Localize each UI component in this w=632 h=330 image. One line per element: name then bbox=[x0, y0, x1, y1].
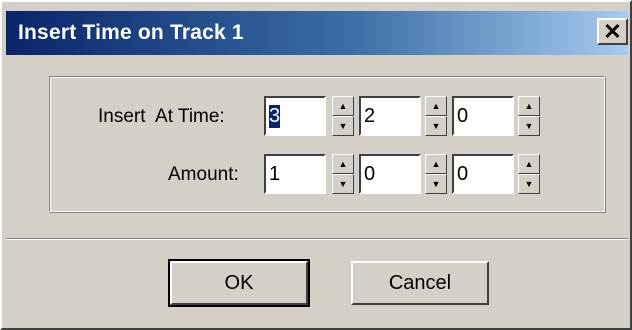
dialog-title: Insert Time on Track 1 bbox=[18, 21, 244, 44]
spin-up-icon[interactable]: ▲ bbox=[425, 96, 447, 116]
insert-at-time-value-2: 2 bbox=[364, 104, 376, 127]
insert-at-time-value-1: 3 bbox=[269, 104, 281, 128]
amount-value-2: 0 bbox=[364, 162, 376, 185]
amount-field-2[interactable]: 0 bbox=[359, 154, 421, 194]
button-separator bbox=[6, 238, 628, 240]
close-icon: ✕ bbox=[603, 18, 622, 44]
amount-label: Amount: bbox=[168, 164, 239, 185]
insert-at-time-field-1[interactable]: 3 bbox=[264, 96, 326, 136]
spin-up-icon[interactable]: ▲ bbox=[518, 154, 540, 174]
spin-up-icon[interactable]: ▲ bbox=[425, 154, 447, 174]
close-button[interactable]: ✕ bbox=[597, 18, 628, 45]
title-bar[interactable]: Insert Time on Track 1 ✕ bbox=[6, 11, 628, 55]
spin-down-icon[interactable]: ▼ bbox=[332, 174, 354, 194]
spin-down-icon[interactable]: ▼ bbox=[518, 174, 540, 194]
spin-down-icon[interactable]: ▼ bbox=[332, 116, 354, 136]
cancel-button[interactable]: Cancel bbox=[351, 261, 489, 305]
amount-spinner-3[interactable]: ▲ ▼ bbox=[518, 154, 540, 194]
insert-at-time-field-2[interactable]: 2 bbox=[359, 96, 421, 136]
insert-at-time-spinner-2[interactable]: ▲ ▼ bbox=[425, 96, 447, 136]
amount-value-3: 0 bbox=[457, 162, 469, 185]
spin-down-icon[interactable]: ▼ bbox=[425, 174, 447, 194]
spin-up-icon[interactable]: ▲ bbox=[332, 96, 354, 116]
ok-button[interactable]: OK bbox=[168, 259, 310, 307]
insert-at-time-field-3[interactable]: 0 bbox=[452, 96, 514, 136]
amount-field-1[interactable]: 1 bbox=[264, 154, 326, 194]
spin-down-icon[interactable]: ▼ bbox=[518, 116, 540, 136]
insert-at-time-spinner-3[interactable]: ▲ ▼ bbox=[518, 96, 540, 136]
spin-down-icon[interactable]: ▼ bbox=[425, 116, 447, 136]
amount-field-3[interactable]: 0 bbox=[452, 154, 514, 194]
spin-up-icon[interactable]: ▲ bbox=[518, 96, 540, 116]
spin-up-icon[interactable]: ▲ bbox=[332, 154, 354, 174]
insert-at-time-spinner-1[interactable]: ▲ ▼ bbox=[332, 96, 354, 136]
amount-spinner-1[interactable]: ▲ ▼ bbox=[332, 154, 354, 194]
amount-spinner-2[interactable]: ▲ ▼ bbox=[425, 154, 447, 194]
amount-value-1: 1 bbox=[269, 162, 281, 185]
insert-at-time-label: Insert At Time: bbox=[98, 106, 225, 127]
insert-time-dialog: Insert Time on Track 1 ✕ Insert At Time:… bbox=[0, 0, 632, 330]
insert-at-time-value-3: 0 bbox=[457, 104, 469, 127]
